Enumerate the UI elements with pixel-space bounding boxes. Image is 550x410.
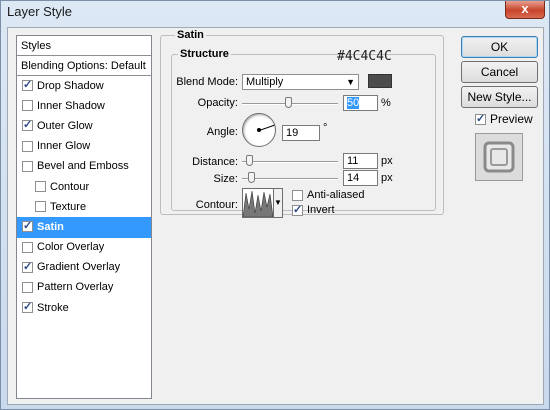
style-item-label: Texture	[50, 200, 87, 213]
size-input[interactable]: 14	[343, 170, 378, 186]
cancel-button[interactable]: Cancel	[461, 61, 538, 83]
style-item-label: Stroke	[37, 301, 69, 314]
contour-preview[interactable]	[242, 188, 274, 218]
chevron-down-icon: ▼	[346, 77, 355, 87]
style-item-checkbox[interactable]	[22, 300, 33, 314]
angle-unit: °	[323, 122, 328, 134]
angle-dial-needle	[259, 124, 275, 131]
style-item-label: Inner Glow	[37, 140, 91, 153]
style-item-label: Gradient Overlay	[37, 261, 121, 274]
style-item-label: Drop Shadow	[37, 79, 104, 92]
preview-checkbox[interactable]	[475, 112, 486, 125]
layer-style-dialog: Layer Style x Styles Blending Options: D…	[0, 0, 550, 410]
blend-mode-value: Multiply	[246, 76, 284, 88]
style-item-label: Satin	[37, 220, 64, 233]
angle-value: 19	[286, 127, 299, 139]
dialog-body: Styles Blending Options: Default Drop Sh…	[7, 27, 544, 405]
style-item-satin[interactable]: Satin	[17, 217, 151, 238]
invert-checkbox[interactable]	[292, 203, 303, 216]
size-unit: px	[381, 172, 393, 184]
style-item-checkbox[interactable]	[22, 118, 33, 132]
style-item-checkbox[interactable]	[22, 100, 33, 112]
size-slider-thumb[interactable]	[248, 172, 255, 183]
angle-dial-center	[257, 128, 261, 132]
anti-aliased-option[interactable]: Anti-aliased	[292, 189, 364, 201]
style-item-bevel-and-emboss[interactable]: Bevel and Emboss	[17, 157, 151, 177]
style-item-checkbox[interactable]	[35, 201, 46, 213]
title-bar[interactable]: Layer Style x	[1, 1, 549, 23]
blend-mode-select[interactable]: Multiply ▼	[242, 74, 359, 90]
blending-options-item[interactable]: Blending Options: Default	[17, 56, 151, 76]
style-item-label: Outer Glow	[37, 119, 93, 132]
styles-header-label: Styles	[21, 39, 51, 52]
style-item-gradient-overlay[interactable]: Gradient Overlay	[17, 258, 151, 278]
distance-slider-thumb[interactable]	[246, 155, 253, 166]
style-item-contour[interactable]: Contour	[17, 177, 151, 197]
blend-mode-label: Blend Mode:	[176, 76, 238, 88]
angle-input[interactable]: 19	[282, 125, 320, 141]
opacity-input[interactable]: 50	[343, 95, 378, 111]
window-title: Layer Style	[7, 4, 73, 19]
style-item-inner-glow[interactable]: Inner Glow	[17, 137, 151, 157]
styles-list: Styles Blending Options: Default Drop Sh…	[16, 35, 152, 399]
opacity-slider-thumb[interactable]	[285, 97, 292, 108]
style-item-checkbox[interactable]	[22, 219, 33, 233]
preview-option[interactable]: Preview	[475, 112, 533, 126]
style-item-label: Contour	[50, 180, 90, 193]
style-item-checkbox[interactable]	[22, 260, 33, 273]
style-item-pattern-overlay[interactable]: Pattern Overlay	[17, 278, 151, 298]
close-icon[interactable]: x	[505, 1, 545, 19]
preview-sample-icon	[483, 141, 515, 173]
size-value: 14	[347, 172, 360, 184]
invert-option[interactable]: Invert	[292, 203, 335, 216]
style-item-checkbox[interactable]	[22, 140, 33, 152]
structure-group: Structure Blend Mode: Multiply ▼ #4C4C4C…	[171, 48, 436, 218]
ok-button[interactable]: OK	[461, 36, 538, 58]
opacity-value: 50	[347, 97, 360, 109]
style-item-checkbox[interactable]	[22, 281, 33, 293]
angle-dial[interactable]	[242, 113, 276, 147]
opacity-label: Opacity:	[197, 97, 238, 109]
style-preview-thumbnail	[475, 133, 523, 181]
distance-label: Distance:	[192, 156, 238, 168]
invert-label: Invert	[307, 204, 335, 216]
satin-group-title: Satin	[175, 29, 206, 41]
new-style-button[interactable]: New Style...	[461, 86, 538, 108]
size-slider-track[interactable]	[242, 178, 338, 180]
style-item-outer-glow[interactable]: Outer Glow	[17, 116, 151, 136]
size-label: Size:	[213, 173, 238, 185]
style-item-drop-shadow[interactable]: Drop Shadow	[17, 76, 151, 96]
style-item-checkbox[interactable]	[22, 78, 33, 92]
anti-aliased-label: Anti-aliased	[307, 189, 365, 201]
style-item-label: Bevel and Emboss	[37, 160, 129, 173]
style-item-color-overlay[interactable]: Color Overlay	[17, 238, 151, 258]
opacity-unit: %	[381, 97, 391, 109]
style-item-label: Inner Shadow	[37, 99, 105, 112]
style-item-checkbox[interactable]	[22, 241, 33, 253]
style-item-texture[interactable]: Texture	[17, 197, 151, 217]
satin-color-swatch[interactable]	[368, 74, 392, 88]
style-item-label: Color Overlay	[37, 241, 105, 254]
blending-options-label: Blending Options: Default	[21, 59, 146, 72]
style-item-label: Pattern Overlay	[37, 281, 114, 294]
style-item-inner-shadow[interactable]: Inner Shadow	[17, 96, 151, 116]
distance-input[interactable]: 11	[343, 153, 378, 169]
style-item-checkbox[interactable]	[22, 160, 33, 172]
distance-value: 11	[347, 155, 359, 167]
contour-label: Contour:	[195, 199, 238, 211]
contour-curve-icon	[242, 190, 274, 218]
anti-aliased-checkbox[interactable]	[292, 189, 303, 201]
distance-slider-track[interactable]	[242, 161, 338, 163]
preview-label: Preview	[490, 112, 533, 126]
structure-title: Structure	[178, 48, 231, 60]
styles-header[interactable]: Styles	[17, 36, 151, 56]
contour-dropdown-chevron-icon[interactable]: ▼	[274, 188, 283, 218]
distance-unit: px	[381, 155, 393, 167]
style-item-checkbox[interactable]	[35, 181, 46, 193]
style-item-stroke[interactable]: Stroke	[17, 298, 151, 318]
angle-label: Angle:	[206, 126, 238, 138]
color-hex-annotation: #4C4C4C	[337, 49, 392, 64]
satin-group: Satin Structure Blend Mode: Multiply ▼ #…	[160, 29, 444, 218]
